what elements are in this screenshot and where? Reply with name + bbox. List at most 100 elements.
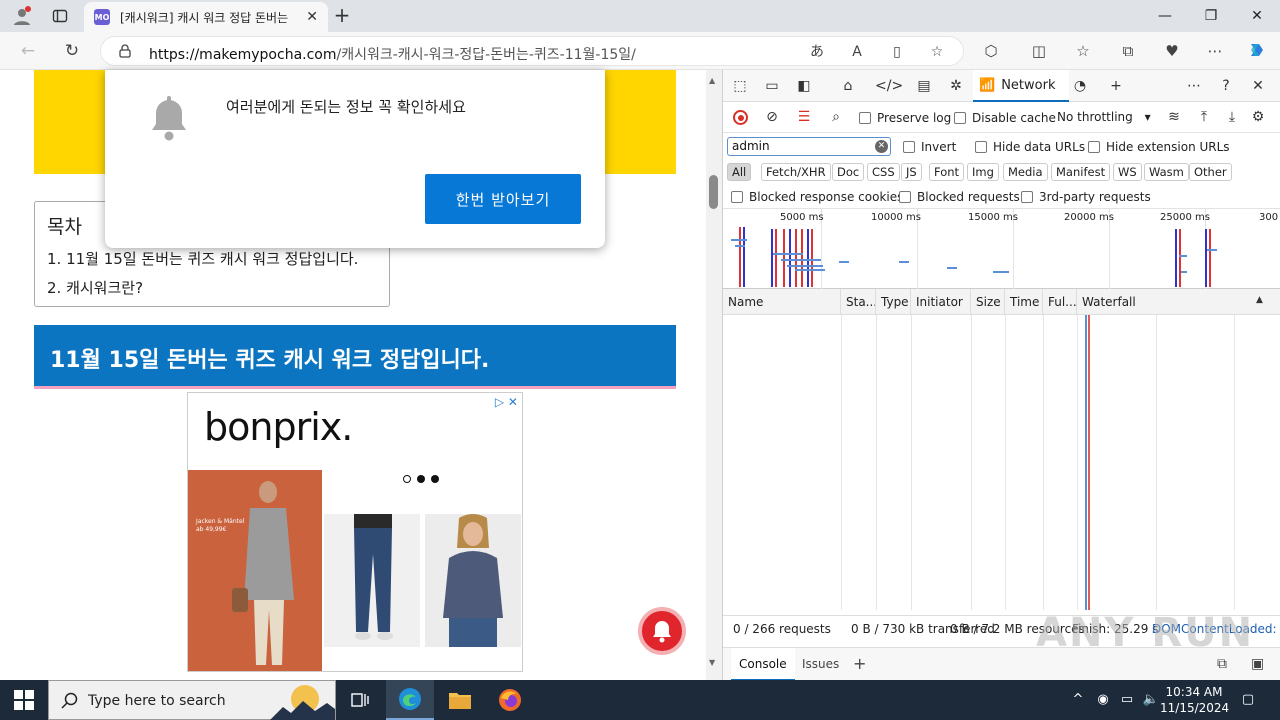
file-explorer-icon[interactable] xyxy=(436,680,484,720)
col-type[interactable]: Type xyxy=(876,289,911,315)
url-text[interactable]: https://makemypocha.com/캐시워크-캐시-워크-정답-돈버… xyxy=(149,44,636,64)
hide-data-urls-checkbox[interactable]: Hide data URLs xyxy=(975,140,1085,154)
type-filter-manifest[interactable]: Manifest xyxy=(1051,163,1111,181)
tab-network[interactable]: 📶 Network xyxy=(973,70,1069,102)
type-filter-css[interactable]: CSS xyxy=(867,163,900,181)
page-scrollbar[interactable]: ▲ ▼ xyxy=(706,70,722,680)
preserve-log-checkbox[interactable]: Preserve log xyxy=(859,111,951,125)
third-party-checkbox[interactable]: 3rd-party requests xyxy=(1021,190,1151,204)
ad-product-image[interactable] xyxy=(425,514,521,647)
sort-ascending-icon[interactable]: ▲ xyxy=(1256,295,1263,305)
help-icon[interactable]: ? xyxy=(1215,75,1237,97)
search-icon[interactable]: ⌕ xyxy=(825,106,847,128)
toc-link-2[interactable]: 2. 캐시워크란? xyxy=(47,274,377,303)
ad-product-image[interactable] xyxy=(324,514,420,647)
tray-overflow-icon[interactable]: ^ xyxy=(1068,690,1088,710)
immersive-reader-icon[interactable]: ▯ xyxy=(887,42,907,62)
export-har-icon[interactable]: ⤓ xyxy=(1221,106,1243,128)
drawer-tab-issues[interactable]: Issues xyxy=(794,648,847,681)
advertisement[interactable]: bonprix. ▷ ✕ Jacken & Mäntel ab 49,99€ xyxy=(187,392,523,672)
settings-gear-icon[interactable]: ⚙ xyxy=(1247,106,1269,128)
dock-side-icon[interactable]: ◧ xyxy=(793,75,815,97)
welcome-home-icon[interactable]: ⌂ xyxy=(837,75,859,97)
hide-extension-urls-checkbox[interactable]: Hide extension URLs xyxy=(1088,140,1230,154)
ad-product-image[interactable]: Jacken & Mäntel ab 49,99€ xyxy=(188,470,322,671)
invert-checkbox[interactable]: Invert xyxy=(903,140,956,154)
lock-icon[interactable] xyxy=(119,44,131,58)
col-time[interactable]: Time xyxy=(1005,289,1043,315)
extensions-icon[interactable]: ⬡ xyxy=(980,40,1002,62)
network-conditions-icon[interactable]: ≋ xyxy=(1163,106,1185,128)
performance-tab-icon[interactable]: ◔ xyxy=(1069,75,1091,97)
type-filter-other[interactable]: Other xyxy=(1189,163,1232,181)
devtools-menu-icon[interactable]: ⋯ xyxy=(1183,75,1205,97)
collections-icon[interactable]: ⧉ xyxy=(1117,40,1139,62)
minimize-icon[interactable]: — xyxy=(1153,4,1177,28)
address-bar[interactable]: https://makemypocha.com/캐시워크-캐시-워크-정답-돈버… xyxy=(100,36,964,66)
type-filter-img[interactable]: Img xyxy=(967,163,999,181)
device-emulation-icon[interactable]: ▭ xyxy=(761,75,783,97)
more-tabs-icon[interactable]: + xyxy=(1105,75,1127,97)
add-drawer-tab-icon[interactable]: + xyxy=(845,648,874,681)
ad-choices-icon[interactable]: ▷ ✕ xyxy=(495,395,518,409)
import-har-icon[interactable]: ⤒ xyxy=(1193,106,1215,128)
meet-now-icon[interactable]: ◉ xyxy=(1093,690,1113,710)
console-tab-icon[interactable]: ▤ xyxy=(913,75,935,97)
elements-tab-icon[interactable]: </> xyxy=(875,75,903,97)
favorite-star-icon[interactable]: ☆ xyxy=(927,42,947,62)
taskbar-clock[interactable]: 10:34 AM 11/15/2024 xyxy=(1160,684,1229,716)
translate-icon[interactable]: あ xyxy=(807,42,827,62)
type-filter-doc[interactable]: Doc xyxy=(832,163,865,181)
volume-icon[interactable]: 🔈 xyxy=(1141,690,1161,710)
ad-brand-logo[interactable]: bonprix. xyxy=(204,405,353,449)
browser-tab[interactable]: MO [캐시워크] 캐시 워크 정답 돈버는 ✕ xyxy=(84,2,328,32)
read-aloud-icon[interactable]: A xyxy=(847,42,867,62)
network-overview-timeline[interactable]: 5000 ms 10000 ms 15000 ms 20000 ms 25000… xyxy=(723,209,1280,289)
drawer-tab-console[interactable]: Console xyxy=(731,648,795,681)
windows-start-icon[interactable] xyxy=(14,690,34,710)
clear-filter-icon[interactable]: ✕ xyxy=(875,140,888,153)
col-size[interactable]: Size xyxy=(971,289,1005,315)
favorites-icon[interactable]: ☆ xyxy=(1072,40,1094,62)
type-filter-font[interactable]: Font xyxy=(929,163,965,181)
filter-input[interactable]: admin ✕ xyxy=(727,137,891,156)
throttling-select[interactable]: No throttling ▾ xyxy=(1057,110,1151,124)
record-icon[interactable] xyxy=(733,110,748,125)
clear-icon[interactable]: ⊘ xyxy=(761,106,783,128)
notification-bell-button[interactable] xyxy=(638,607,686,655)
task-view-icon[interactable] xyxy=(336,680,384,720)
more-menu-icon[interactable]: ⋯ xyxy=(1204,40,1226,62)
type-filter-wasm[interactable]: Wasm xyxy=(1144,163,1189,181)
performance-icon[interactable]: ♥ xyxy=(1161,40,1183,62)
copilot-icon[interactable] xyxy=(1246,40,1268,62)
col-initiator[interactable]: Initiator xyxy=(911,289,971,315)
inspect-element-icon[interactable]: ⬚ xyxy=(729,75,751,97)
edge-taskbar-icon[interactable] xyxy=(386,680,434,720)
filter-icon[interactable]: ☰ xyxy=(793,106,815,128)
disable-cache-checkbox[interactable]: Disable cache xyxy=(954,111,1056,125)
type-filter-js[interactable]: JS xyxy=(901,163,922,181)
blocked-requests-checkbox[interactable]: Blocked requests xyxy=(899,190,1020,204)
restore-icon[interactable]: ❐ xyxy=(1199,4,1223,28)
toc-link-1[interactable]: 1. 11월 15일 돈버는 퀴즈 캐시 워크 정답입니다. xyxy=(47,245,377,274)
sources-bug-icon[interactable]: ✲ xyxy=(945,75,967,97)
close-devtools-icon[interactable]: ✕ xyxy=(1247,75,1269,97)
col-status[interactable]: Sta... xyxy=(841,289,876,315)
taskbar-search-box[interactable]: Type here to search xyxy=(48,680,336,720)
tab-close-icon[interactable]: ✕ xyxy=(306,9,318,25)
refresh-icon[interactable]: ↻ xyxy=(60,39,84,63)
tab-actions-icon[interactable] xyxy=(48,4,72,28)
scrollbar-thumb[interactable] xyxy=(709,175,718,209)
type-filter-media[interactable]: Media xyxy=(1003,163,1048,181)
col-name[interactable]: Name xyxy=(723,289,841,315)
split-screen-icon[interactable]: ◫ xyxy=(1028,40,1050,62)
type-filter-ws[interactable]: WS xyxy=(1113,163,1142,181)
blocked-cookies-checkbox[interactable]: Blocked response cookies xyxy=(731,190,903,204)
back-icon[interactable]: ← xyxy=(16,39,40,63)
ad-carousel-dots[interactable] xyxy=(403,475,439,483)
col-waterfall[interactable]: Waterfall xyxy=(1077,289,1280,315)
network-tray-icon[interactable]: ▭ xyxy=(1117,690,1137,710)
close-window-icon[interactable]: ✕ xyxy=(1245,4,1269,28)
profile-icon[interactable] xyxy=(10,4,34,28)
new-tab-icon[interactable]: + xyxy=(330,4,354,28)
